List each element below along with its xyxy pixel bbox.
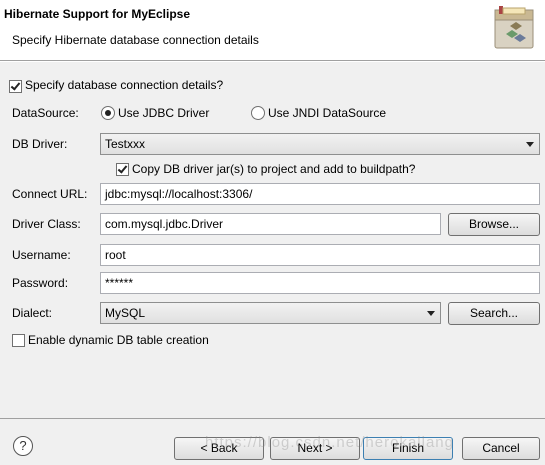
chevron-down-icon xyxy=(427,311,435,316)
jndi-datasource-radio[interactable] xyxy=(251,106,265,120)
cancel-button[interactable]: Cancel xyxy=(462,437,540,460)
hibernate-logo-icon xyxy=(494,6,534,49)
datasource-label: DataSource: xyxy=(12,106,79,120)
jdbc-driver-radio-label[interactable]: Use JDBC Driver xyxy=(118,106,209,120)
specify-connection-checkbox[interactable] xyxy=(9,80,22,93)
back-button[interactable]: < Back xyxy=(174,437,264,460)
dialect-label: Dialect: xyxy=(12,306,53,320)
header-divider-highlight xyxy=(0,61,545,62)
wizard-subtitle: Specify Hibernate database connection de… xyxy=(12,33,259,47)
enable-dynamic-checkbox[interactable] xyxy=(12,334,25,347)
footer-divider xyxy=(0,418,545,419)
browse-button[interactable]: Browse... xyxy=(448,213,540,236)
wizard-title: Hibernate Support for MyEclipse xyxy=(4,7,191,21)
enable-dynamic-label: Enable dynamic DB table creation xyxy=(28,333,209,347)
chevron-down-icon xyxy=(526,142,534,147)
search-button[interactable]: Search... xyxy=(448,302,540,325)
specify-connection-label: Specify database connection details? xyxy=(25,78,224,92)
dialect-value: MySQL xyxy=(105,306,146,320)
copy-jar-checkbox[interactable] xyxy=(116,163,129,176)
username-label: Username: xyxy=(12,248,71,262)
jdbc-driver-radio[interactable] xyxy=(101,106,115,120)
db-driver-value: Testxxx xyxy=(105,137,146,151)
finish-button[interactable]: Finish xyxy=(363,437,453,460)
connect-url-input[interactable]: jdbc:mysql://localhost:3306/ xyxy=(100,183,540,205)
help-icon[interactable]: ? xyxy=(13,436,33,456)
dialect-select[interactable]: MySQL xyxy=(100,302,441,324)
password-label: Password: xyxy=(12,276,69,290)
db-driver-select[interactable]: Testxxx xyxy=(100,133,540,155)
driver-class-input[interactable]: com.mysql.jdbc.Driver xyxy=(100,213,441,235)
username-input[interactable]: root xyxy=(100,244,540,266)
password-input[interactable]: ****** xyxy=(100,272,540,294)
driver-class-label: Driver Class: xyxy=(12,217,81,231)
db-driver-label: DB Driver: xyxy=(12,137,68,151)
wizard-header: Hibernate Support for MyEclipse Specify … xyxy=(0,0,545,60)
next-button[interactable]: Next > xyxy=(270,437,360,460)
jndi-datasource-radio-label[interactable]: Use JNDI DataSource xyxy=(268,106,386,120)
copy-jar-label: Copy DB driver jar(s) to project and add… xyxy=(132,162,416,176)
connect-url-label: Connect URL: xyxy=(12,187,88,201)
